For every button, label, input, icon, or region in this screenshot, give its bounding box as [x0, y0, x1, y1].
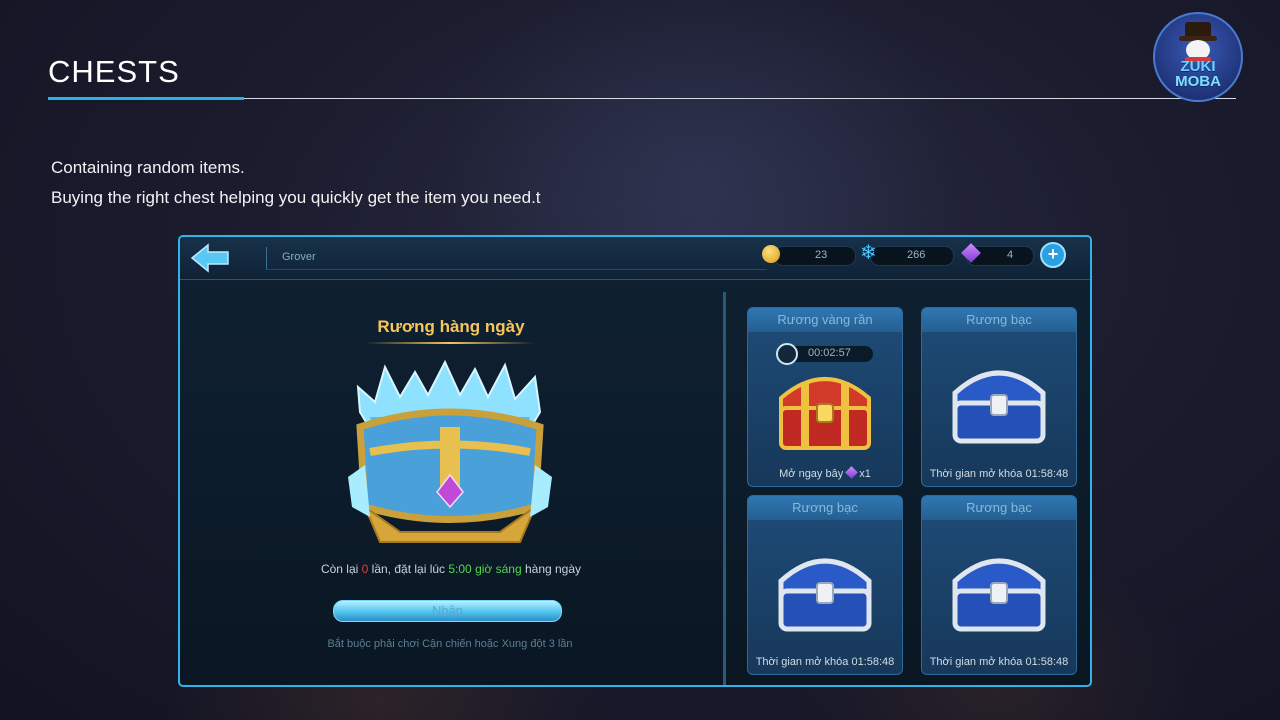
snowflake-icon: ❄ — [860, 242, 877, 264]
game-screenshot: Grover 23 266 ❄ 4 + Rương hàng ngày Còn … — [178, 235, 1092, 687]
claim-button-label: Nhận — [431, 603, 464, 618]
snowflake-currency-pill: 266 — [870, 246, 954, 266]
card-header: Rương bạc — [922, 308, 1076, 332]
card-title: Rương vàng rần — [777, 312, 873, 327]
description-line-2: Buying the right chest helping you quick… — [51, 188, 541, 207]
card-header: Rương bạc — [748, 496, 902, 520]
gem-icon-small — [845, 466, 859, 479]
gold-chest-icon — [779, 377, 871, 450]
card-header: Rương vàng rần — [748, 308, 902, 332]
card-title: Rương bạc — [792, 500, 858, 515]
gold-coin-icon — [762, 245, 780, 263]
info-mid: lần, đặt lại lúc — [368, 562, 449, 576]
chest-card-silver[interactable]: Rương bạc Thời gian mở khóa 01:58:48 — [921, 495, 1077, 675]
timer-value: 00:02:57 — [808, 347, 851, 359]
player-name-field: Grover — [266, 247, 767, 270]
gold-amount: 23 — [815, 249, 828, 261]
daily-chest-title: Rương hàng ngày — [377, 317, 525, 336]
card-footer: Mở ngay bây x1 — [748, 466, 902, 480]
info-prefix: Còn lại — [320, 562, 362, 576]
logo-text-bottom: MOBA — [1175, 73, 1221, 90]
add-currency-button[interactable]: + — [1040, 242, 1066, 268]
unlock-time: Thời gian mở khóa 01:58:48 — [755, 656, 895, 668]
game-top-bar: Grover 23 266 ❄ 4 + — [180, 237, 1090, 280]
back-arrow-icon[interactable] — [188, 242, 232, 274]
page-title: CHESTS — [48, 54, 180, 89]
player-name: Grover — [282, 251, 316, 263]
card-title: Rương bạc — [966, 500, 1032, 515]
zuki-moba-logo: ZUKI MOBA — [1153, 12, 1243, 102]
panel-divider — [723, 292, 726, 685]
title-glow-line — [365, 342, 535, 344]
claim-button[interactable]: Nhận — [333, 600, 562, 622]
chest-card-silver[interactable]: Rương bạc Thời gian mở khóa 01:58:48 — [921, 307, 1077, 487]
chest-card-silver[interactable]: Rương bạc Thời gian mở khóa 01:58:48 — [747, 495, 903, 675]
unlock-time: Thời gian mở khóa 01:58:48 — [929, 656, 1069, 668]
card-title: Rương bạc — [966, 312, 1032, 327]
crystal-chest-icon[interactable] — [340, 357, 560, 552]
unlock-time: Thời gian mở khóa 01:58:48 — [929, 468, 1069, 480]
requirement-text: Bắt buộc phải chơi Cận chiến hoặc Xung đ… — [327, 638, 573, 650]
silver-chest-icon — [952, 558, 1046, 632]
gold-currency-pill: 23 — [774, 246, 856, 266]
snowflake-amount: 266 — [907, 249, 926, 261]
card-header: Rương bạc — [922, 496, 1076, 520]
chest-card-gold[interactable]: Rương vàng rần 00:02:57 Mở ngay bây x1 — [747, 307, 903, 487]
back-arrow-svg — [190, 243, 229, 273]
daily-chest-info: Còn lại 0 lần, đặt lại lúc 5:00 giờ sáng… — [180, 562, 722, 576]
gem-amount: 4 — [1007, 249, 1014, 261]
title-accent-bar — [48, 97, 244, 100]
open-now-label: Mở ngay bây — [779, 468, 844, 480]
gem-cost: x1 — [859, 468, 871, 480]
description-line-1: Containing random items. — [51, 158, 245, 177]
daily-chest-panel: Rương hàng ngày Còn lại 0 lần, đặt lại l… — [180, 292, 722, 685]
silver-chest-icon — [952, 370, 1046, 444]
info-suffix: hàng ngày — [521, 562, 582, 576]
silver-chest-icon — [778, 558, 872, 632]
reset-time: 5:00 giờ sáng — [448, 562, 522, 576]
